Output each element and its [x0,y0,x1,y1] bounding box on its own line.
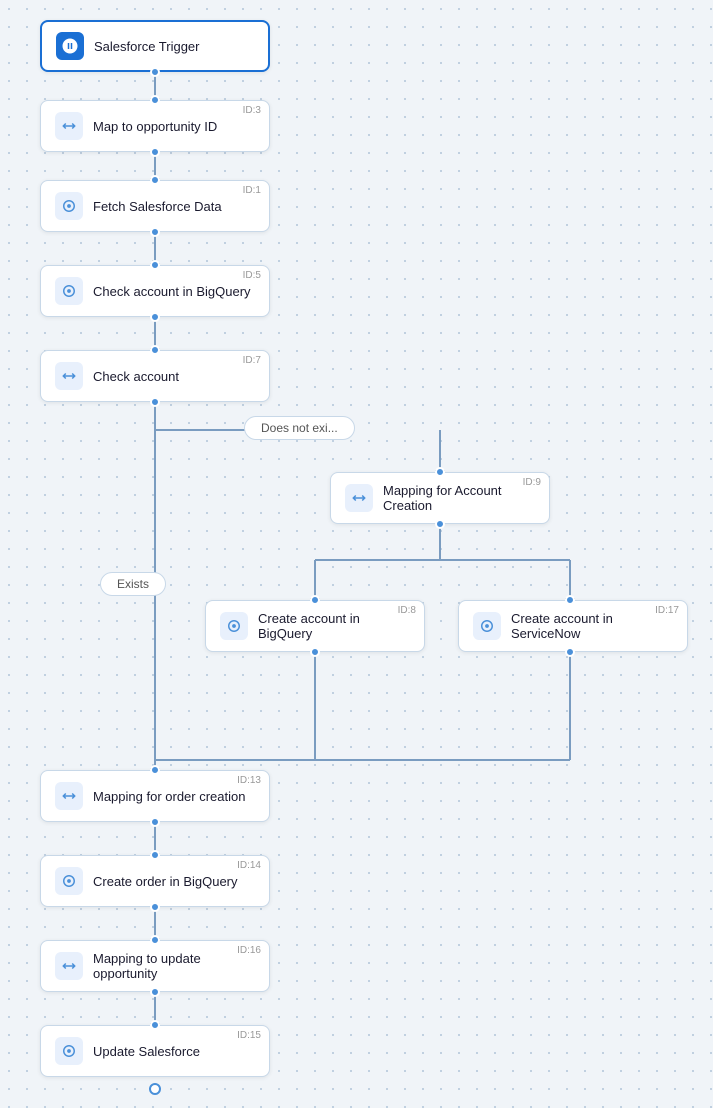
mapping-update-icon [55,952,83,980]
create-servicenow-id: ID:17 [655,605,679,616]
mapping-order-icon [55,782,83,810]
create-bigquery-icon [220,612,248,640]
update-salesforce-label: Update Salesforce [93,1044,255,1059]
mapping-order-id: ID:13 [237,775,261,786]
trigger-bottom-dot [150,67,160,77]
mapping-account-bottom-dot [435,519,445,529]
create-bigquery-label: Create account in BigQuery [258,611,410,641]
salesforce-trigger-icon [56,32,84,60]
mapping-update-top-dot [150,935,160,945]
create-servicenow-label: Create account in ServiceNow [511,611,673,641]
node-fetch-salesforce[interactable]: Fetch Salesforce Data ID:1 [40,180,270,232]
node-check-account[interactable]: Check account ID:7 [40,350,270,402]
node-mapping-order[interactable]: Mapping for order creation ID:13 [40,770,270,822]
create-bigquery-id: ID:8 [398,605,416,616]
mapping-order-label: Mapping for order creation [93,789,255,804]
create-order-bottom-dot [150,902,160,912]
check-bigquery-bottom-dot [150,312,160,322]
update-salesforce-top-dot [150,1020,160,1030]
check-bigquery-top-dot [150,260,160,270]
check-account-id: ID:7 [243,355,261,366]
check-bigquery-label: Check account in BigQuery [93,284,255,299]
map-opportunity-label: Map to opportunity ID [93,119,255,134]
mapping-account-creation-label: Mapping for Account Creation [383,483,535,513]
create-bigquery-top-dot [310,595,320,605]
create-order-icon [55,867,83,895]
node-salesforce-trigger[interactable]: Salesforce Trigger [40,20,270,72]
check-account-icon [55,362,83,390]
fetch-salesforce-icon [55,192,83,220]
update-salesforce-bottom-dot [149,1083,161,1095]
mapping-update-id: ID:16 [237,945,261,956]
check-account-bottom-dot [150,397,160,407]
check-bigquery-id: ID:5 [243,270,261,281]
fetch-salesforce-id: ID:1 [243,185,261,196]
node-map-opportunity[interactable]: Map to opportunity ID ID:3 [40,100,270,152]
node-mapping-update[interactable]: Mapping to update opportunity ID:16 [40,940,270,992]
check-account-top-dot [150,345,160,355]
node-create-order[interactable]: Create order in BigQuery ID:14 [40,855,270,907]
map-opportunity-top-dot [150,95,160,105]
node-update-salesforce[interactable]: Update Salesforce ID:15 [40,1025,270,1077]
check-bigquery-icon [55,277,83,305]
create-order-id: ID:14 [237,860,261,871]
exists-label: Exists [100,572,166,596]
mapping-account-creation-id: ID:9 [523,477,541,488]
fetch-bottom-dot [150,227,160,237]
map-opportunity-id: ID:3 [243,105,261,116]
node-create-servicenow[interactable]: Create account in ServiceNow ID:17 [458,600,688,652]
fetch-salesforce-label: Fetch Salesforce Data [93,199,255,214]
node-mapping-account-creation[interactable]: Mapping for Account Creation ID:9 [330,472,550,524]
create-servicenow-top-dot [565,595,575,605]
map-opportunity-bottom-dot [150,147,160,157]
mapping-update-bottom-dot [150,987,160,997]
node-check-bigquery[interactable]: Check account in BigQuery ID:5 [40,265,270,317]
mapping-account-icon [345,484,373,512]
create-servicenow-bottom-dot [565,647,575,657]
map-opportunity-icon [55,112,83,140]
mapping-order-bottom-dot [150,817,160,827]
flow-canvas: Salesforce Trigger Map to opportunity ID… [0,0,713,1108]
does-not-exist-label: Does not exi... [244,416,355,440]
create-servicenow-icon [473,612,501,640]
mapping-update-label: Mapping to update opportunity [93,951,255,981]
update-salesforce-id: ID:15 [237,1030,261,1041]
node-create-bigquery[interactable]: Create account in BigQuery ID:8 [205,600,425,652]
check-account-label: Check account [93,369,255,384]
mapping-account-top-dot [435,467,445,477]
fetch-top-dot [150,175,160,185]
create-order-label: Create order in BigQuery [93,874,255,889]
mapping-order-top-dot [150,765,160,775]
update-salesforce-icon [55,1037,83,1065]
salesforce-trigger-label: Salesforce Trigger [94,39,254,54]
create-order-top-dot [150,850,160,860]
create-bigquery-bottom-dot [310,647,320,657]
